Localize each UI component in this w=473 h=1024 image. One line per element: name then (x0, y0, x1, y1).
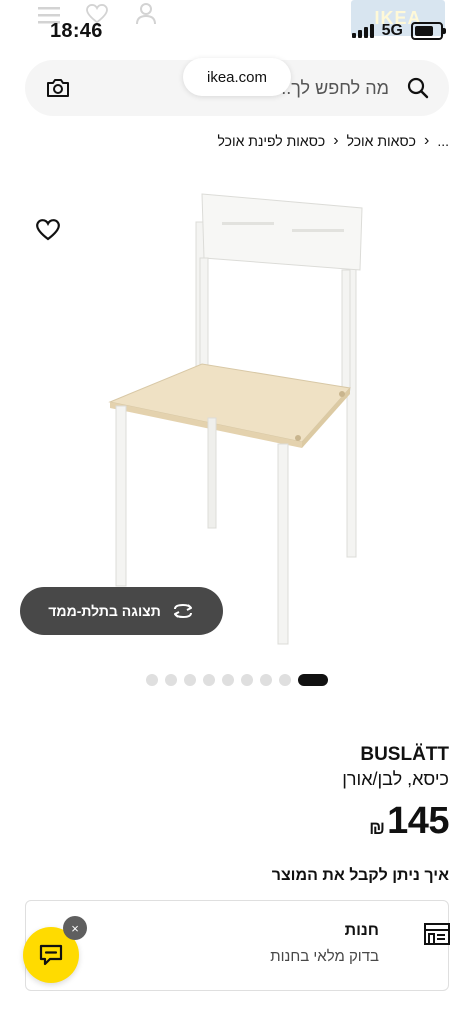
product-image-chair[interactable] (92, 182, 372, 652)
status-time: 18:46 (50, 20, 103, 42)
search-icon[interactable] (407, 77, 429, 104)
gallery-dot[interactable] (278, 674, 291, 686)
network-type: 5G (381, 22, 403, 39)
chat-bubble-icon (39, 944, 63, 966)
delivery-title: איך ניתן לקבל את המוצר (271, 867, 449, 884)
gallery-dot[interactable] (221, 674, 234, 686)
breadcrumb-dining-chairs[interactable]: כסאות אוכל (347, 133, 416, 149)
chat-close-button[interactable]: × (63, 916, 87, 940)
gallery-dot[interactable] (240, 674, 253, 686)
battery-icon (411, 22, 446, 40)
account-icon (136, 3, 156, 30)
gallery-dot[interactable] (164, 674, 177, 686)
camera-icon[interactable] (46, 78, 70, 103)
rotate-3d-icon (173, 603, 192, 619)
gallery-dot[interactable] (202, 674, 215, 686)
store-icon (423, 922, 451, 951)
view-3d-label: תצוגה בתלת-ממד (48, 603, 161, 619)
product-description: כיסא, לבן/אורן (342, 769, 449, 789)
search-input[interactable]: מה לחפש לך... (276, 78, 389, 99)
view-3d-button[interactable]: תצוגה בתלת-ממד (20, 587, 223, 635)
store-stock-status[interactable]: בדוק מלאי בחנות (270, 948, 379, 965)
gallery-dot[interactable] (259, 674, 272, 686)
product-price: ₪ 145 (369, 800, 449, 843)
chevron-left-icon: ‹ (424, 132, 430, 149)
gallery-dot-active[interactable] (297, 674, 328, 686)
breadcrumb: ... ‹ כסאות אוכל ‹ כסאות לפינת אוכל (217, 132, 449, 150)
breadcrumb-dining-area-chairs[interactable]: כסאות לפינת אוכל (217, 133, 325, 149)
status-indicators: 5G (351, 22, 446, 40)
gallery-dot[interactable] (183, 674, 196, 686)
price-amount: 145 (387, 800, 449, 842)
favorite-heart-icon[interactable] (36, 219, 60, 246)
signal-icon (351, 24, 374, 38)
gallery-dot[interactable] (145, 674, 158, 686)
product-name: BUSLÄTT (360, 744, 449, 765)
chevron-left-icon: ‹ (333, 132, 339, 149)
url-pill[interactable]: ikea.com (183, 58, 291, 96)
store-label: חנות (344, 922, 379, 939)
price-currency: ₪ (369, 818, 386, 838)
store-availability-card[interactable] (25, 900, 449, 991)
breadcrumb-ellipsis[interactable]: ... (437, 133, 449, 149)
gallery-pagination[interactable] (0, 674, 473, 686)
